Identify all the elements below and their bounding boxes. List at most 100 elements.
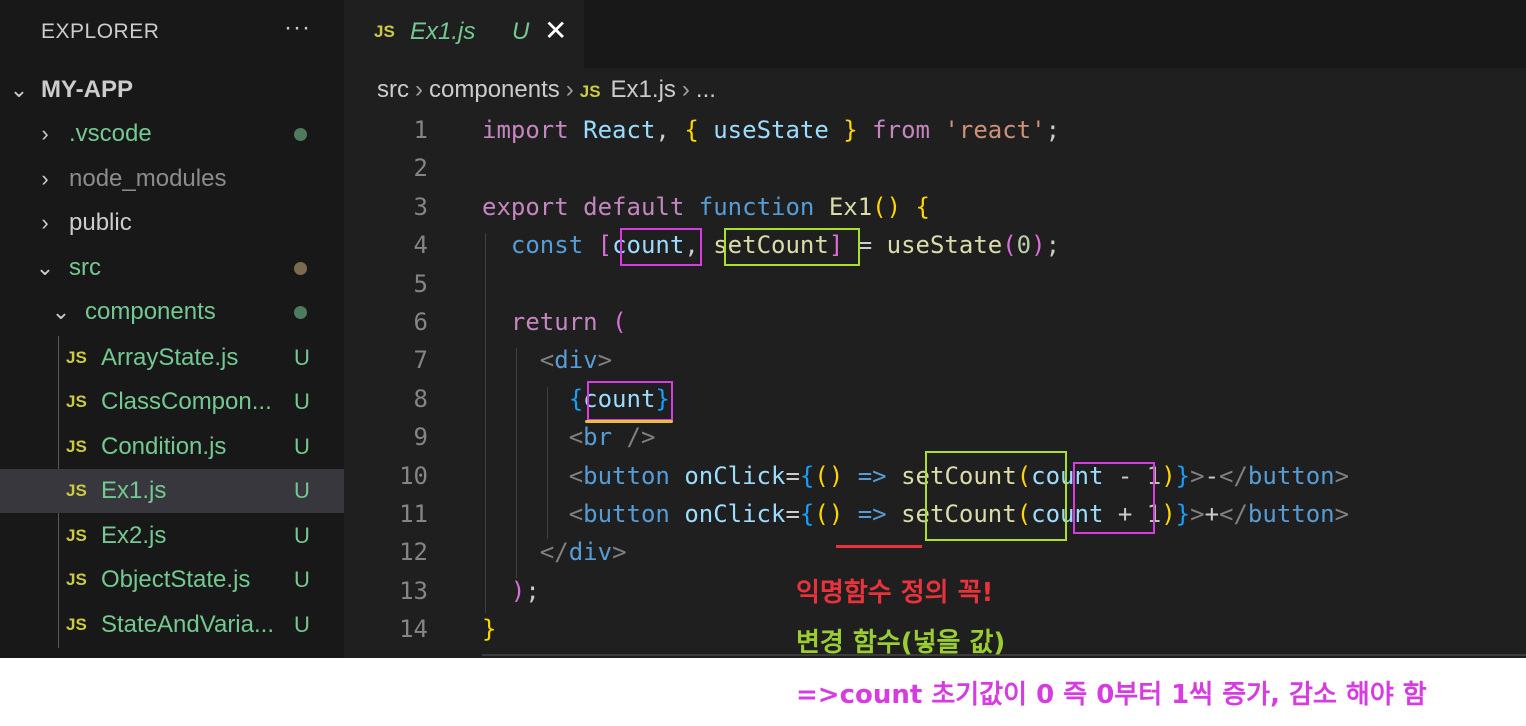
tree-file-condition[interactable]: JS Condition.js U bbox=[0, 425, 344, 469]
tree-item-label: StateAndVaria... bbox=[101, 611, 274, 638]
tree-item-label: public bbox=[69, 209, 132, 236]
breadcrumb-components[interactable]: components bbox=[429, 76, 560, 103]
breadcrumb: src › components › JS Ex1.js ›... bbox=[377, 76, 716, 104]
line-number: 1 bbox=[413, 116, 428, 144]
tree-item-label: ObjectState.js bbox=[101, 566, 251, 593]
line-number: 2 bbox=[413, 154, 428, 182]
tree-file-objectstate[interactable]: JS ObjectState.js U bbox=[0, 558, 344, 602]
breadcrumb-file[interactable]: Ex1.js bbox=[611, 76, 676, 103]
tree-item-public[interactable]: › public bbox=[0, 201, 344, 245]
js-file-icon: JS bbox=[579, 82, 601, 101]
explorer-sidebar: EXPLORER ··· ⌄ MY-APP › .vscode › node_m… bbox=[0, 0, 344, 658]
js-file-icon: JS bbox=[66, 526, 87, 545]
close-icon[interactable]: ✕ bbox=[544, 14, 567, 47]
tree-root-my-app[interactable]: ⌄ MY-APP bbox=[0, 68, 344, 112]
modified-dot-icon bbox=[294, 127, 307, 141]
chevron-right-icon: › bbox=[41, 210, 49, 235]
code-editor: JS Ex1.js U ✕ src › components › JS Ex1.js ›..… bbox=[344, 0, 1526, 658]
tree-item-label: ClassCompon... bbox=[101, 388, 272, 415]
tree-file-ex2[interactable]: JS Ex2.js U bbox=[0, 514, 344, 558]
explorer-title: EXPLORER bbox=[41, 20, 160, 43]
tree-item-components[interactable]: ⌄ components bbox=[0, 290, 344, 334]
chevron-down-icon: ⌄ bbox=[35, 255, 55, 280]
untracked-badge: U bbox=[294, 612, 310, 637]
js-file-icon: JS bbox=[66, 481, 87, 500]
count-underline bbox=[585, 420, 673, 423]
tab-bar: JS Ex1.js U ✕ bbox=[344, 0, 1526, 68]
line-number: 10 bbox=[399, 462, 428, 490]
line-number: 9 bbox=[413, 423, 428, 451]
tree-file-arraystate[interactable]: JS ArrayState.js U bbox=[0, 336, 344, 380]
chevron-right-icon: › bbox=[41, 121, 49, 146]
untracked-badge: U bbox=[294, 434, 310, 459]
breadcrumb-src[interactable]: src bbox=[377, 76, 409, 103]
root-folder-label: MY-APP bbox=[41, 76, 134, 103]
tree-item-label: ArrayState.js bbox=[101, 344, 239, 371]
chevron-right-icon: › bbox=[565, 76, 574, 103]
code-line-6: return ( bbox=[510, 308, 627, 336]
js-file-icon: JS bbox=[66, 570, 87, 589]
tree-item-label: src bbox=[69, 254, 101, 281]
modified-dot-icon bbox=[294, 305, 307, 319]
line-number: 11 bbox=[399, 500, 428, 528]
code-line-3: export default function Ex1() { bbox=[482, 193, 930, 221]
highlight-box-count-jsx bbox=[587, 381, 673, 421]
code-line-11: <button onClick={() => setCount(count + … bbox=[568, 500, 1350, 528]
modified-dot-icon bbox=[294, 261, 307, 275]
annotation-initial-value: =>count 초기값이 0 즉 0부터 1씩 증가, 감소 해야 함 bbox=[796, 680, 1427, 710]
code-line-1: import React, { useState } from 'react'; bbox=[482, 116, 1061, 144]
arrow-fn-underline bbox=[836, 545, 922, 548]
line-number: 13 bbox=[399, 577, 428, 605]
highlight-box-count bbox=[620, 228, 702, 266]
line-number: 12 bbox=[399, 538, 428, 566]
tab-label: Ex1.js bbox=[410, 18, 476, 45]
tree-item-vscode[interactable]: › .vscode bbox=[0, 112, 344, 156]
tree-item-label: Condition.js bbox=[101, 433, 227, 460]
tab-ex1[interactable]: JS Ex1.js U ✕ bbox=[344, 0, 584, 68]
highlight-box-setcount-calls bbox=[925, 451, 1067, 541]
untracked-badge: U bbox=[294, 389, 310, 414]
line-number: 6 bbox=[413, 308, 428, 336]
chevron-down-icon: ⌄ bbox=[51, 299, 71, 324]
code-line-14: } bbox=[482, 615, 497, 643]
untracked-badge: U bbox=[294, 478, 310, 503]
tree-file-classcomponent[interactable]: JS ClassCompon... U bbox=[0, 380, 344, 424]
breadcrumb-more[interactable]: ... bbox=[696, 76, 716, 103]
code-line-9: <br /> bbox=[568, 423, 656, 451]
highlight-box-count-args bbox=[1073, 462, 1155, 534]
js-file-icon: JS bbox=[66, 392, 87, 411]
js-file-icon: JS bbox=[66, 437, 87, 456]
untracked-badge: U bbox=[294, 345, 310, 370]
chevron-down-icon: ⌄ bbox=[9, 77, 29, 102]
chevron-right-icon: › bbox=[681, 76, 690, 103]
line-number: 4 bbox=[413, 231, 428, 259]
annotation-anonymous-function: 익명함수 정의 꼭! bbox=[796, 578, 994, 608]
line-number: 7 bbox=[413, 346, 428, 374]
tree-item-label: .vscode bbox=[69, 120, 152, 147]
code-line-13: ); bbox=[510, 577, 540, 605]
line-number: 3 bbox=[413, 193, 428, 221]
chevron-right-icon: › bbox=[41, 166, 49, 191]
tree-item-src[interactable]: ⌄ src bbox=[0, 246, 344, 290]
tree-file-stateandvariable[interactable]: JS StateAndVaria... U bbox=[0, 603, 344, 647]
js-file-icon: JS bbox=[66, 615, 87, 634]
tree-file-ex1-selected[interactable]: JS Ex1.js U bbox=[0, 469, 344, 513]
code-line-10: <button onClick={() => setCount(count - … bbox=[568, 462, 1350, 490]
annotation-setter-function: 변경 함수(넣을 값) bbox=[796, 628, 1006, 658]
line-number: 14 bbox=[399, 615, 428, 643]
code-line-7: <div> bbox=[539, 346, 613, 374]
tree-item-label: Ex2.js bbox=[101, 522, 167, 549]
line-number: 5 bbox=[413, 270, 428, 298]
tree-item-node-modules[interactable]: › node_modules bbox=[0, 157, 344, 201]
tree-item-label: components bbox=[85, 298, 216, 325]
untracked-badge: U bbox=[294, 523, 310, 548]
js-file-icon: JS bbox=[66, 348, 87, 367]
code-line-12: </div> bbox=[539, 538, 627, 566]
untracked-badge: U bbox=[512, 18, 530, 45]
tree-item-label: node_modules bbox=[69, 165, 227, 192]
untracked-badge: U bbox=[294, 567, 310, 592]
chevron-right-icon: › bbox=[415, 76, 423, 103]
line-number: 8 bbox=[413, 385, 428, 413]
highlight-box-setcount bbox=[724, 228, 860, 266]
more-actions-icon[interactable]: ··· bbox=[284, 14, 311, 42]
